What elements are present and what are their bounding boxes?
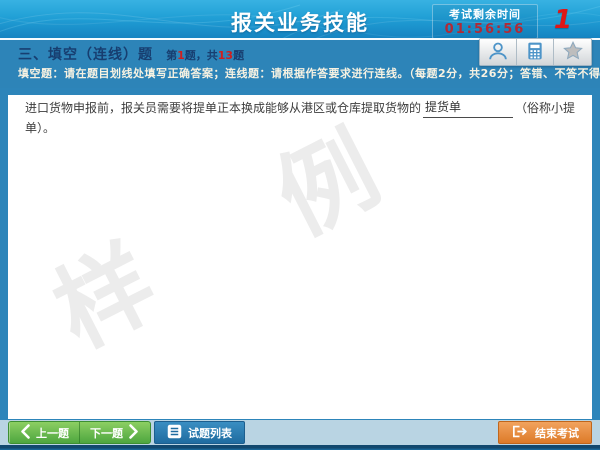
calculator-button[interactable] — [517, 39, 554, 65]
star-icon — [562, 40, 584, 65]
exam-timer: 考试剩余时间 01:56:56 — [432, 4, 538, 38]
list-icon — [167, 424, 182, 442]
exit-icon — [511, 424, 528, 442]
next-question-button[interactable]: 下一题 — [80, 422, 150, 443]
question-text: 进口货物申报前，报关员需要将提单正本换成能够从港区或仓库提取货物的提货单（俗称小… — [25, 97, 580, 138]
prev-next-group: 上一题 下一题 — [8, 421, 151, 444]
bottom-strip — [0, 445, 600, 450]
previous-question-label: 上一题 — [36, 425, 69, 441]
progress-current: 1 — [177, 49, 185, 62]
question-instructions: 填空题：请在题目划线处填写正确答案；连线题：请根据作答要求进行连线。（每题2分，… — [18, 65, 588, 81]
progress-total: 13 — [218, 49, 233, 62]
question-list-button[interactable]: 试题列表 — [154, 421, 245, 444]
timer-badge: 1 — [554, 5, 572, 35]
footer-bar: 上一题 下一题 试题列表 — [0, 420, 600, 445]
person-icon — [487, 40, 509, 65]
answer-value: 提货单 — [423, 100, 461, 114]
exam-app: 报关业务技能 考试剩余时间 01:56:56 1 三、填空（连线）题 第1题，共… — [0, 0, 600, 450]
question-bar: 三、填空（连线）题 第1题，共13题 填空题：请在题目划线处填写正确答案；连线题… — [0, 40, 600, 88]
timer-value: 01:56:56 — [435, 22, 535, 37]
bookmark-button[interactable] — [554, 39, 591, 65]
calculator-icon — [525, 41, 545, 64]
next-question-label: 下一题 — [90, 425, 123, 441]
profile-button[interactable] — [480, 39, 517, 65]
progress-mid: 题，共 — [185, 49, 218, 62]
timer-label: 考试剩余时间 — [435, 6, 535, 22]
question-pre: 进口货物申报前，报关员需要将提单正本换成能够从港区或仓库提取货物的 — [25, 101, 421, 115]
footer-nav: 上一题 下一题 试题列表 — [8, 421, 245, 444]
content-frame: 样 例 进口货物申报前，报关员需要将提单正本换成能够从港区或仓库提取货物的提货单… — [0, 88, 600, 420]
header: 报关业务技能 考试剩余时间 01:56:56 1 — [0, 0, 600, 38]
answer-blank[interactable]: 提货单 — [423, 97, 513, 118]
section-title: 三、填空（连线）题 — [18, 47, 153, 63]
end-exam-label: 结束考试 — [535, 425, 579, 441]
chevron-left-icon — [19, 424, 32, 442]
question-paper: 样 例 进口货物申报前，报关员需要将提单正本换成能够从港区或仓库提取货物的提货单… — [8, 95, 592, 419]
progress-suffix: 题 — [233, 49, 244, 62]
progress-prefix: 第 — [166, 49, 177, 62]
chevron-right-icon — [127, 424, 140, 442]
question-list-label: 试题列表 — [188, 425, 232, 441]
question-progress: 第1题，共13题 — [166, 49, 244, 62]
previous-question-button[interactable]: 上一题 — [9, 422, 80, 443]
question-title-row: 三、填空（连线）题 第1题，共13题 — [18, 44, 244, 64]
end-exam-button[interactable]: 结束考试 — [498, 421, 592, 444]
header-toolbar — [479, 38, 592, 66]
